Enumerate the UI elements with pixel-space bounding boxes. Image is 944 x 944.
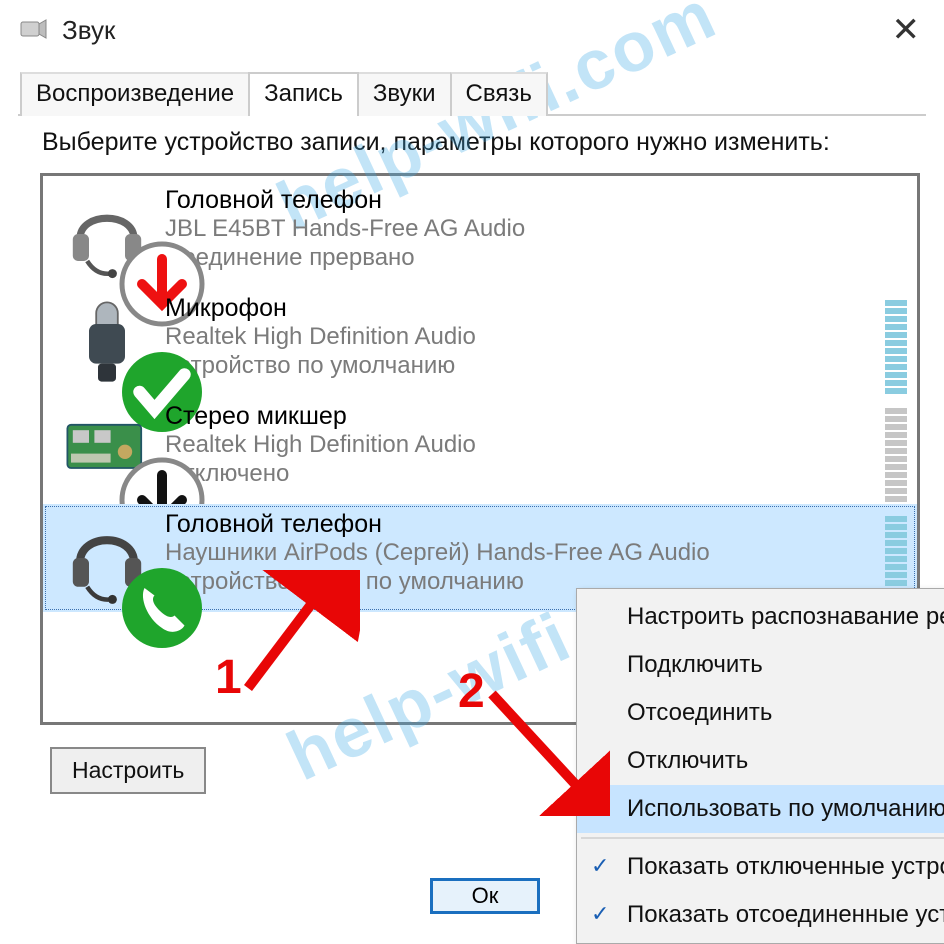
cm-label: Показать отключенные устройства — [627, 853, 944, 880]
cm-separator — [581, 837, 944, 839]
configure-button[interactable]: Настроить — [50, 747, 206, 794]
check-badge-icon — [117, 346, 153, 382]
down-arrow-badge-icon — [117, 238, 153, 274]
device-status: Устройство по умолчанию — [165, 352, 909, 381]
cm-show-disabled[interactable]: ✓ Показать отключенные устройства — [577, 843, 944, 891]
device-status: Соединение прервано — [165, 244, 909, 273]
device-title: Стерео микшер — [165, 402, 909, 431]
context-menu: Настроить распознавание речи Подключить … — [576, 588, 944, 944]
device-title: Микрофон — [165, 294, 909, 323]
cm-connect[interactable]: Подключить — [577, 641, 944, 689]
ok-button[interactable]: Ок — [430, 878, 540, 914]
titlebar: Звук ✕ — [0, 0, 944, 56]
device-subtitle: Realtek High Definition Audio — [165, 431, 909, 460]
device-title: Головной телефон — [165, 186, 909, 215]
instruction-text: Выберите устройство записи, параметры ко… — [40, 124, 926, 173]
check-icon: ✓ — [591, 901, 609, 927]
device-subtitle: JBL E45BT Hands-Free AG Audio — [165, 215, 909, 244]
device-title: Головной телефон — [165, 510, 909, 539]
device-subtitle: Realtek High Definition Audio — [165, 323, 909, 352]
device-item-stereo-mixer[interactable]: Стерео микшер Realtek High Definition Au… — [43, 396, 917, 504]
down-arrow-black-badge-icon — [117, 454, 153, 490]
cm-label: Показать отсоединенные устройства — [627, 901, 944, 928]
window-title: Звук — [62, 15, 115, 46]
check-icon: ✓ — [591, 853, 609, 879]
device-status: Отключено — [165, 460, 909, 489]
phone-badge-icon — [117, 562, 153, 598]
tab-playback[interactable]: Воспроизведение — [20, 72, 250, 116]
cm-disconnect[interactable]: Отсоединить — [577, 689, 944, 737]
level-meter — [885, 294, 907, 394]
close-button[interactable]: ✕ — [882, 8, 931, 52]
tab-recording[interactable]: Запись — [248, 72, 359, 116]
tab-communications[interactable]: Связь — [450, 72, 548, 116]
tab-sounds[interactable]: Звуки — [357, 72, 452, 116]
level-meter — [885, 402, 907, 502]
sound-icon — [18, 14, 50, 46]
cm-disable[interactable]: Отключить — [577, 737, 944, 785]
cm-configure-speech[interactable]: Настроить распознавание речи — [577, 593, 944, 641]
tabstrip: Воспроизведение Запись Звуки Связь — [20, 70, 944, 114]
cm-show-disconnected[interactable]: ✓ Показать отсоединенные устройства — [577, 891, 944, 939]
device-item-headset-jbl[interactable]: Головной телефон JBL E45BT Hands-Free AG… — [43, 180, 917, 288]
device-subtitle: Наушники AirPods (Сергей) Hands-Free AG … — [165, 539, 909, 568]
cm-use-default[interactable]: Использовать по умолчанию — [577, 785, 944, 833]
device-item-microphone[interactable]: Микрофон Realtek High Definition Audio У… — [43, 288, 917, 396]
